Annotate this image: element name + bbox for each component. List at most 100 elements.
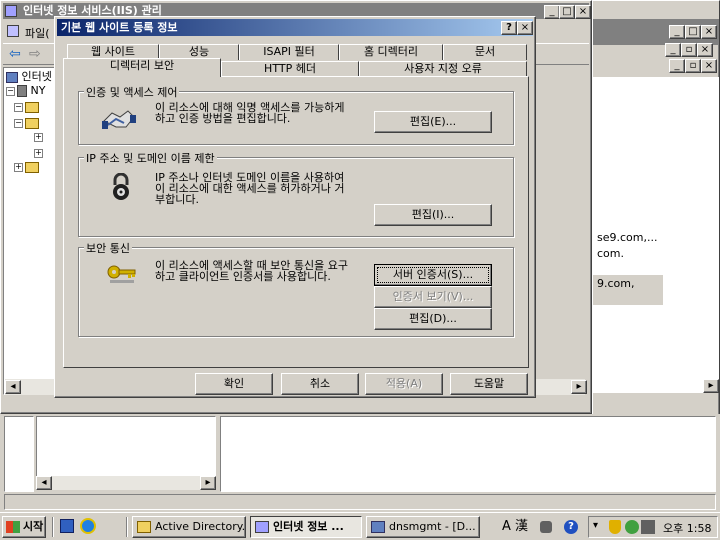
dialog-title: 기본 웹 사이트 등록 정보 (61, 21, 178, 34)
lower-scroll-left[interactable]: ◂ (36, 476, 52, 490)
tab-directory-security[interactable]: 디렉터리 보안 (63, 58, 221, 77)
view-certificate-button[interactable]: 인증서 보기(V)... (374, 286, 492, 308)
taskbar-item-label: dnsmgmt - [D... (389, 520, 476, 533)
server-certificate-button[interactable]: 서버 인증서(S)... (374, 264, 492, 286)
windows-start-icon (6, 521, 20, 533)
dns-sub-close[interactable]: × (701, 59, 717, 73)
quicklaunch-divider-2 (126, 517, 128, 537)
expand-icon[interactable]: + (14, 162, 23, 172)
tree-pane[interactable]: 인터넷 − NY − − + + + (3, 67, 56, 395)
tree-folder-1[interactable]: − (14, 100, 39, 114)
dns-close[interactable]: × (701, 25, 717, 39)
dns-selected-row[interactable]: 9.com, (593, 275, 663, 305)
maximize-button[interactable]: □ (559, 5, 575, 19)
tray-expand-icon[interactable]: ▾ (593, 520, 598, 531)
edit-ip-label: 편집(I)... (411, 208, 455, 221)
tree-root-item[interactable]: 인터넷 (6, 70, 52, 84)
dns-record-text-3: 9.com, (597, 277, 635, 290)
lower-scroll-right[interactable]: ▸ (200, 476, 216, 490)
start-label: 시작 (23, 520, 44, 533)
handshake-icon (102, 105, 136, 133)
tab-custom-errors[interactable]: 사용자 지정 오류 (359, 61, 527, 77)
dns-sub-min[interactable]: _ (669, 59, 685, 73)
ime-help-icon[interactable]: ? (564, 520, 578, 534)
group-secure-title: 보안 통신 (84, 240, 132, 256)
dns-scroll-right[interactable]: ▸ (703, 379, 719, 393)
tray-app-icon[interactable] (641, 520, 655, 534)
ip-description: IP 주소나 인터넷 도메인 이름을 사용하여 이 리소스에 대한 액세스를 허… (155, 171, 345, 206)
tab-label: HTTP 헤더 (264, 62, 316, 75)
cancel-button[interactable]: 취소 (281, 373, 359, 395)
tree-folder-4[interactable]: + (34, 146, 45, 160)
tab-http-headers[interactable]: HTTP 헤더 (221, 61, 359, 77)
quicklaunch-divider (52, 517, 54, 537)
close-button[interactable]: × (575, 5, 591, 19)
show-desktop-icon[interactable] (60, 519, 74, 533)
minimize-button[interactable]: _ (544, 5, 560, 19)
tab-label: 디렉터리 보안 (109, 59, 175, 72)
expand-icon[interactable]: + (34, 132, 43, 142)
edit-authentication-button[interactable]: 편집(E)... (374, 111, 492, 133)
lower-scrollbar[interactable]: ◂ ▸ (36, 476, 216, 490)
forward-arrow-icon[interactable]: ⇨ (29, 46, 41, 62)
taskbar-item-dnsmgmt[interactable]: dnsmgmt - [D... (366, 516, 480, 538)
scroll-right-button[interactable]: ▸ (571, 380, 587, 394)
network-icon[interactable] (625, 520, 639, 534)
dns-list-pane[interactable]: se9.com,... com. 9.com, (593, 77, 719, 393)
lower-tree[interactable] (4, 416, 34, 492)
padlock-icon (109, 172, 133, 201)
dns-inner-min[interactable]: _ (665, 43, 681, 57)
language-bar[interactable]: A 漢 ? (496, 518, 582, 536)
tab-home-directory[interactable]: 홈 디렉터리 (339, 44, 443, 60)
dns-sub-max[interactable]: ▫ (685, 59, 701, 73)
expand-icon[interactable]: + (34, 148, 43, 158)
folder-icon (25, 101, 39, 113)
edit-ip-button[interactable]: 편집(I)... (374, 204, 492, 226)
edit-secure-button[interactable]: 편집(D)... (374, 308, 492, 330)
dns-record-text-2: com. (597, 247, 624, 260)
start-button[interactable]: 시작 (2, 516, 46, 538)
ime-tool-icon[interactable] (540, 521, 552, 533)
apply-button[interactable]: 적용(A) (365, 373, 443, 395)
expand-icon[interactable]: − (14, 102, 23, 112)
help-button[interactable]: 도움말 (450, 373, 528, 395)
dialog-help-button[interactable]: ? (501, 21, 517, 35)
scroll-left-button[interactable]: ◂ (5, 380, 21, 394)
folder-icon (137, 521, 151, 533)
edit-authentication-label: 편집(E)... (409, 115, 457, 128)
ime-label[interactable]: A 漢 (502, 519, 528, 534)
security-shield-icon[interactable] (609, 520, 621, 534)
dns-inner-close[interactable]: × (697, 43, 713, 57)
tab-label: 웹 사이트 (91, 45, 135, 58)
clock[interactable]: 오후 1:58 (663, 520, 711, 536)
back-arrow-icon[interactable]: ⇦ (9, 46, 21, 62)
lower-details[interactable] (220, 416, 716, 492)
tree-folder-5[interactable]: + (14, 160, 39, 174)
lower-list[interactable] (36, 416, 216, 478)
dns-max[interactable]: □ (685, 25, 701, 39)
dns-inner-max[interactable]: ▫ (681, 43, 697, 57)
dialog-close-button[interactable]: × (517, 21, 533, 35)
ie-icon[interactable] (80, 518, 96, 534)
menu-file[interactable]: 파일( (25, 25, 50, 41)
collapse-icon[interactable]: − (6, 86, 15, 96)
taskbar: 시작 Active Directory... 인터넷 정보 ... dnsmgm… (0, 512, 720, 540)
tab-label: 문서 (474, 45, 496, 58)
dns-task-icon (371, 521, 385, 533)
taskbar-item-iis[interactable]: 인터넷 정보 ... (250, 516, 362, 538)
tree-folder-2[interactable]: − (14, 116, 39, 130)
tree-server-item[interactable]: − NY (6, 84, 45, 98)
ok-button[interactable]: 확인 (195, 373, 273, 395)
tab-isapi-filters[interactable]: ISAPI 필터 (239, 44, 339, 60)
dns-min[interactable]: _ (669, 25, 685, 39)
taskbar-item-active-directory[interactable]: Active Directory... (132, 516, 246, 538)
properties-dialog: 기본 웹 사이트 등록 정보 ? × 웹 사이트 성능 ISAPI 필터 홈 디… (54, 16, 536, 398)
auth-description: 이 리소스에 대해 익명 액세스를 가능하게 하고 인증 방법을 편집합니다. (155, 101, 345, 125)
tab-documents[interactable]: 문서 (443, 44, 527, 60)
collapse-icon[interactable]: − (14, 118, 23, 128)
dialog-titlebar[interactable]: 기본 웹 사이트 등록 정보 (57, 19, 533, 36)
status-bar (4, 494, 716, 510)
apply-label: 적용(A) (385, 377, 423, 390)
folder-icon (25, 161, 39, 173)
tree-folder-3[interactable]: + (34, 130, 45, 144)
